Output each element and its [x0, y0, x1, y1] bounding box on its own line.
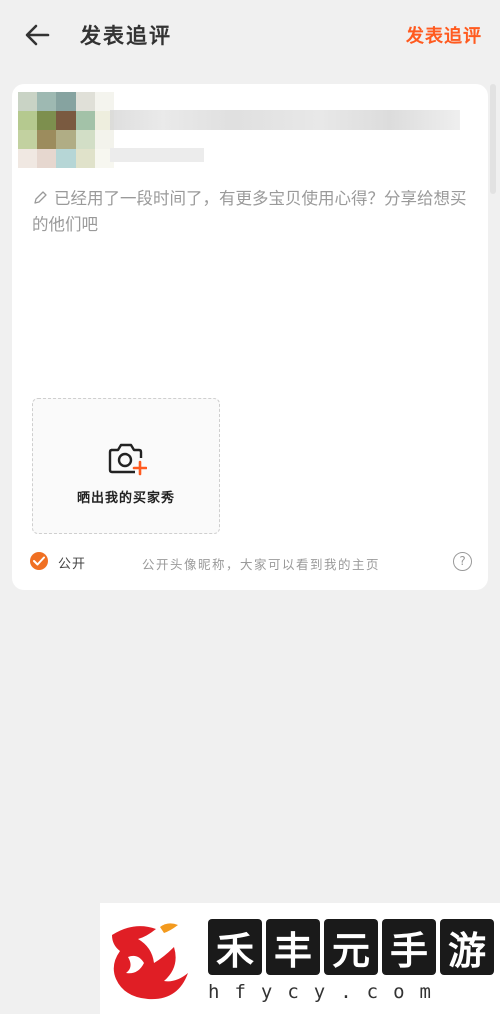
- watermark-domain: hfycy.com: [208, 981, 446, 1003]
- page-title: 发表追评: [80, 24, 172, 48]
- check-icon: [33, 556, 45, 566]
- thumb-pixel: [75, 149, 95, 168]
- product-name-blurred: [110, 110, 460, 130]
- watermark-title: 禾 丰 元 手 游: [208, 919, 494, 979]
- add-photo-button[interactable]: 晒出我的买家秀: [32, 398, 220, 534]
- product-thumbnail: [18, 92, 114, 168]
- thumb-pixel: [56, 92, 76, 111]
- thumb-pixel: [75, 92, 95, 111]
- watermark-char: 禾: [208, 919, 262, 975]
- thumb-pixel: [18, 92, 38, 111]
- site-watermark: 禾 丰 元 手 游 hfycy.com: [100, 903, 500, 1014]
- thumb-pixel: [56, 111, 76, 130]
- publish-button[interactable]: 发表追评: [406, 22, 482, 48]
- scrollbar[interactable]: [490, 84, 496, 194]
- thumb-pixel: [37, 92, 57, 111]
- public-note: 公开头像昵称，大家可以看到我的主页: [142, 557, 381, 572]
- thumb-pixel: [37, 149, 57, 168]
- dragon-logo-icon: [112, 923, 188, 1000]
- watermark-char: 丰: [266, 919, 320, 975]
- add-photo-label: 晒出我的买家秀: [76, 491, 175, 506]
- watermark-char: 元: [324, 919, 378, 975]
- thumb-pixel: [56, 130, 76, 149]
- thumb-pixel: [18, 111, 38, 130]
- product-spec-blurred: [110, 148, 204, 162]
- thumb-pixel: [75, 111, 95, 130]
- top-bar: 发表追评 发表追评: [0, 0, 500, 70]
- public-label: 公开: [58, 557, 87, 572]
- review-input[interactable]: 已经用了一段时间了，有更多宝贝使用心得？分享给想买的他们吧: [32, 186, 472, 238]
- thumb-pixel: [94, 92, 114, 111]
- thumb-pixel: [56, 149, 76, 168]
- thumb-pixel: [37, 130, 57, 149]
- pencil-icon: [34, 191, 47, 204]
- back-arrow-icon[interactable]: [22, 20, 54, 50]
- public-checkbox[interactable]: [30, 552, 48, 570]
- watermark-char: 游: [440, 919, 494, 975]
- help-icon[interactable]: ?: [453, 552, 472, 571]
- watermark-char: 手: [382, 919, 436, 975]
- review-card: 已经用了一段时间了，有更多宝贝使用心得？分享给想买的他们吧 晒出我的买家秀 公开…: [12, 84, 488, 590]
- thumb-pixel: [18, 149, 38, 168]
- review-placeholder: 已经用了一段时间了，有更多宝贝使用心得？分享给想买的他们吧: [32, 189, 467, 234]
- thumb-pixel: [75, 130, 95, 149]
- thumb-pixel: [94, 130, 114, 149]
- thumb-pixel: [18, 130, 38, 149]
- thumb-pixel: [37, 111, 57, 130]
- camera-plus-icon: [108, 443, 147, 476]
